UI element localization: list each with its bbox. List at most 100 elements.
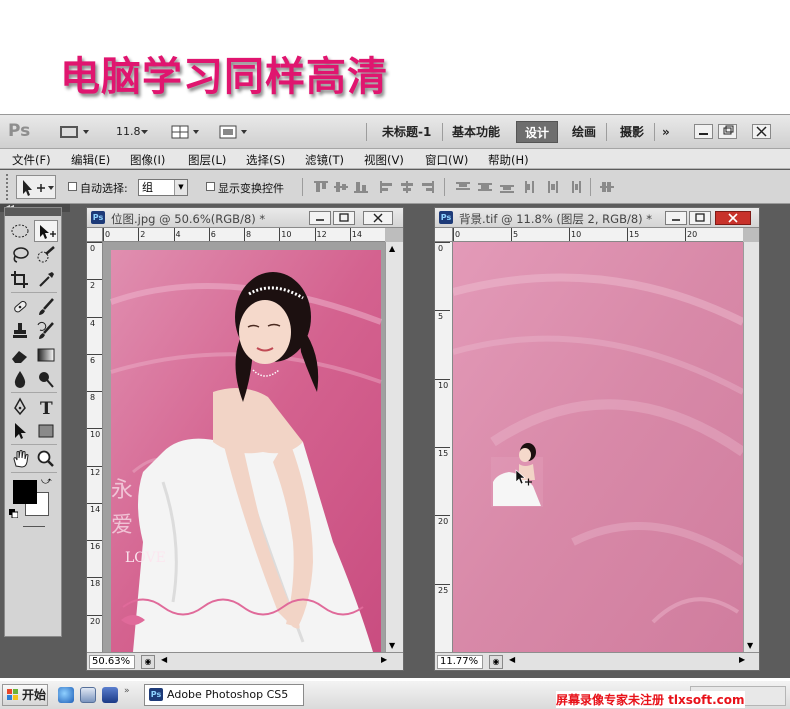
distribute-top-icon[interactable] bbox=[456, 181, 470, 193]
grip-handle[interactable] bbox=[6, 174, 10, 200]
scroll-down-icon[interactable]: ▼ bbox=[747, 641, 753, 650]
horizontal-ruler[interactable]: 0 5 10 15 20 bbox=[453, 228, 743, 242]
bridge-launch-button[interactable] bbox=[58, 124, 92, 140]
path-select-icon[interactable] bbox=[8, 420, 32, 442]
zoom-field[interactable]: 11.77% bbox=[437, 655, 483, 669]
status-info-icon[interactable]: ◉ bbox=[489, 655, 503, 669]
type-icon[interactable]: T bbox=[34, 396, 58, 419]
workspace-design[interactable]: 设计 bbox=[516, 121, 559, 143]
workspace-painting[interactable]: 绘画 bbox=[572, 121, 596, 143]
menu-image[interactable]: 图像(I) bbox=[130, 152, 165, 168]
show-transform-checkbox[interactable] bbox=[206, 182, 215, 191]
workspace-essentials[interactable]: 基本功能 bbox=[452, 121, 500, 143]
menu-file[interactable]: 文件(F) bbox=[12, 152, 51, 168]
zoom-icon[interactable] bbox=[34, 448, 58, 470]
distribute-bottom-icon[interactable] bbox=[500, 181, 514, 193]
close-icon[interactable] bbox=[715, 211, 751, 225]
distribute-left-icon[interactable] bbox=[524, 181, 538, 193]
restore-icon[interactable] bbox=[718, 124, 737, 139]
align-hcenter-icon[interactable] bbox=[400, 181, 414, 193]
image-canvas[interactable] bbox=[453, 242, 743, 652]
auto-align-icon[interactable] bbox=[600, 181, 614, 193]
workspace-photography[interactable]: 摄影 bbox=[620, 121, 644, 143]
close-icon[interactable] bbox=[363, 211, 393, 225]
auto-select-checkbox[interactable] bbox=[68, 182, 77, 191]
scroll-right-icon[interactable]: ▶ bbox=[739, 655, 745, 664]
vertical-ruler[interactable]: 0 5 10 15 20 25 bbox=[435, 242, 453, 652]
zoom-dropdown[interactable] bbox=[140, 124, 150, 140]
align-vcenter-icon[interactable] bbox=[334, 181, 348, 193]
menu-edit[interactable]: 编辑(E) bbox=[71, 152, 110, 168]
dodge-icon[interactable] bbox=[34, 368, 58, 390]
screen-mode-button[interactable] bbox=[218, 124, 252, 140]
scroll-up-icon[interactable]: ▲ bbox=[389, 244, 395, 253]
zoom-level-label[interactable]: 11.8 bbox=[116, 125, 141, 138]
document-title-bar[interactable]: Ps 位图.jpg @ 50.6%(RGB/8) * bbox=[87, 208, 403, 228]
align-top-icon[interactable] bbox=[314, 181, 328, 193]
brush-icon[interactable] bbox=[34, 296, 58, 318]
menu-window[interactable]: 窗口(W) bbox=[425, 152, 468, 168]
healing-icon[interactable] bbox=[8, 296, 32, 318]
align-bottom-icon[interactable] bbox=[354, 181, 368, 193]
close-icon[interactable] bbox=[752, 124, 771, 139]
scroll-down-icon[interactable]: ▼ bbox=[389, 641, 395, 650]
horizontal-ruler[interactable]: 0 2 4 6 8 10 12 14 bbox=[103, 228, 385, 242]
stamp-icon[interactable] bbox=[8, 320, 32, 342]
vertical-ruler[interactable]: 0 2 4 6 8 10 12 14 16 18 20 bbox=[87, 242, 103, 652]
history-brush-icon[interactable] bbox=[34, 320, 58, 342]
scroll-left-icon[interactable]: ◀ bbox=[509, 655, 515, 664]
swap-colors-icon[interactable]: ⤻ bbox=[41, 476, 52, 487]
pen-icon[interactable] bbox=[8, 396, 32, 418]
restore-icon[interactable] bbox=[333, 211, 355, 225]
blur-icon[interactable] bbox=[8, 368, 32, 390]
zoom-field[interactable]: 50.63% bbox=[89, 655, 135, 669]
status-info-icon[interactable]: ◉ bbox=[141, 655, 155, 669]
quick-select-icon[interactable] bbox=[34, 244, 58, 266]
ruler-origin[interactable] bbox=[87, 228, 103, 242]
image-canvas[interactable]: LOVE 永 爱 bbox=[103, 242, 385, 652]
foreground-color-swatch-top[interactable] bbox=[13, 480, 37, 504]
arrange-documents-button[interactable] bbox=[170, 124, 204, 140]
quick-mask-icon[interactable] bbox=[23, 526, 45, 527]
scroll-right-icon[interactable]: ▶ bbox=[381, 655, 387, 664]
scroll-left-icon[interactable]: ◀ bbox=[161, 655, 167, 664]
default-colors-icon[interactable] bbox=[9, 508, 19, 519]
align-right-icon[interactable] bbox=[420, 181, 434, 193]
start-button[interactable]: 开始 bbox=[2, 684, 48, 706]
menu-filter[interactable]: 滤镜(T) bbox=[305, 152, 344, 168]
workspace-untitled[interactable]: 未标题-1 bbox=[382, 121, 431, 143]
distribute-hcenter-icon[interactable] bbox=[546, 181, 560, 193]
distribute-vcenter-icon[interactable] bbox=[478, 181, 492, 193]
distribute-right-icon[interactable] bbox=[568, 181, 582, 193]
hand-icon[interactable] bbox=[8, 448, 32, 470]
tools-panel-header[interactable] bbox=[5, 208, 61, 216]
vertical-scrollbar[interactable]: ▲ ▼ bbox=[385, 242, 403, 652]
minimize-icon[interactable] bbox=[309, 211, 331, 225]
tool-preset-picker[interactable] bbox=[16, 175, 56, 199]
move-icon[interactable] bbox=[34, 220, 58, 242]
vertical-scrollbar[interactable]: ▼ bbox=[743, 242, 759, 652]
marquee-icon[interactable] bbox=[8, 220, 32, 242]
align-left-icon[interactable] bbox=[380, 181, 394, 193]
chevron-right-icon[interactable]: » bbox=[124, 686, 136, 704]
minimize-icon[interactable] bbox=[665, 211, 687, 225]
gradient-icon[interactable] bbox=[34, 344, 58, 366]
restore-icon[interactable] bbox=[689, 211, 711, 225]
ie-icon[interactable] bbox=[58, 687, 74, 703]
menu-view[interactable]: 视图(V) bbox=[364, 152, 404, 168]
menu-help[interactable]: 帮助(H) bbox=[488, 152, 529, 168]
taskbar-photoshop-button[interactable]: Ps Adobe Photoshop CS5 bbox=[144, 684, 304, 706]
desktop-icon[interactable] bbox=[80, 687, 96, 703]
more-workspaces-button[interactable]: » bbox=[662, 121, 670, 143]
eyedropper-icon[interactable] bbox=[34, 268, 58, 290]
rectangle-icon[interactable] bbox=[34, 420, 58, 442]
crop-icon[interactable] bbox=[8, 268, 32, 290]
lasso-icon[interactable] bbox=[8, 244, 32, 266]
auto-select-dropdown[interactable]: 组 ▼ bbox=[138, 179, 188, 196]
ruler-origin[interactable] bbox=[435, 228, 453, 242]
menu-select[interactable]: 选择(S) bbox=[246, 152, 285, 168]
document-title-bar[interactable]: Ps 背景.tif @ 11.8% (图层 2, RGB/8) * bbox=[435, 208, 759, 228]
minimize-icon[interactable] bbox=[694, 124, 713, 139]
media-icon[interactable] bbox=[102, 687, 118, 703]
menu-layer[interactable]: 图层(L) bbox=[188, 152, 226, 168]
